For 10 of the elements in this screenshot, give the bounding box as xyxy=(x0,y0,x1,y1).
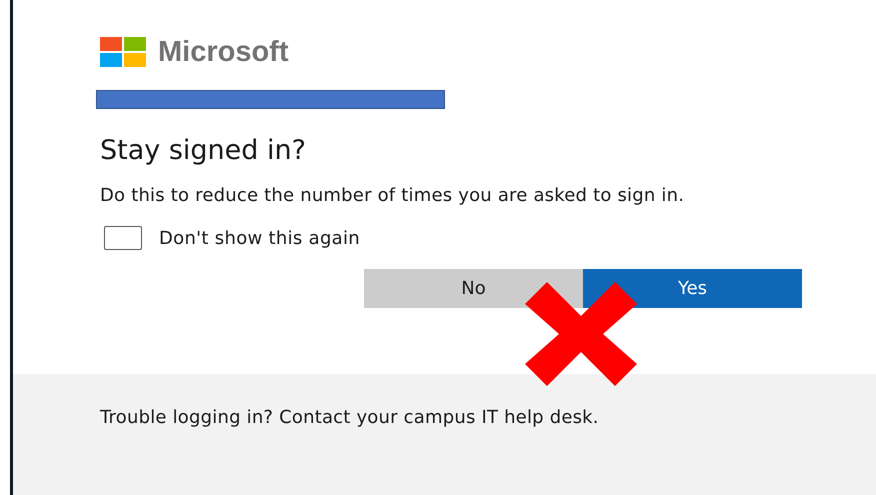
yes-button[interactable]: Yes xyxy=(583,269,802,308)
checkbox-label: Don't show this again xyxy=(159,228,360,248)
checkbox[interactable] xyxy=(104,226,142,250)
cross-icon xyxy=(525,282,637,386)
description: Do this to reduce the number of times you are asked to sign in. xyxy=(100,184,686,208)
dialog-title: Stay signed in? xyxy=(100,135,307,166)
brand-name: Microsoft xyxy=(158,36,288,68)
logo-icon xyxy=(100,37,147,67)
help-text: Trouble logging in? Contact your campus IT help desk. xyxy=(100,406,600,430)
no-button[interactable]: No xyxy=(364,269,583,308)
